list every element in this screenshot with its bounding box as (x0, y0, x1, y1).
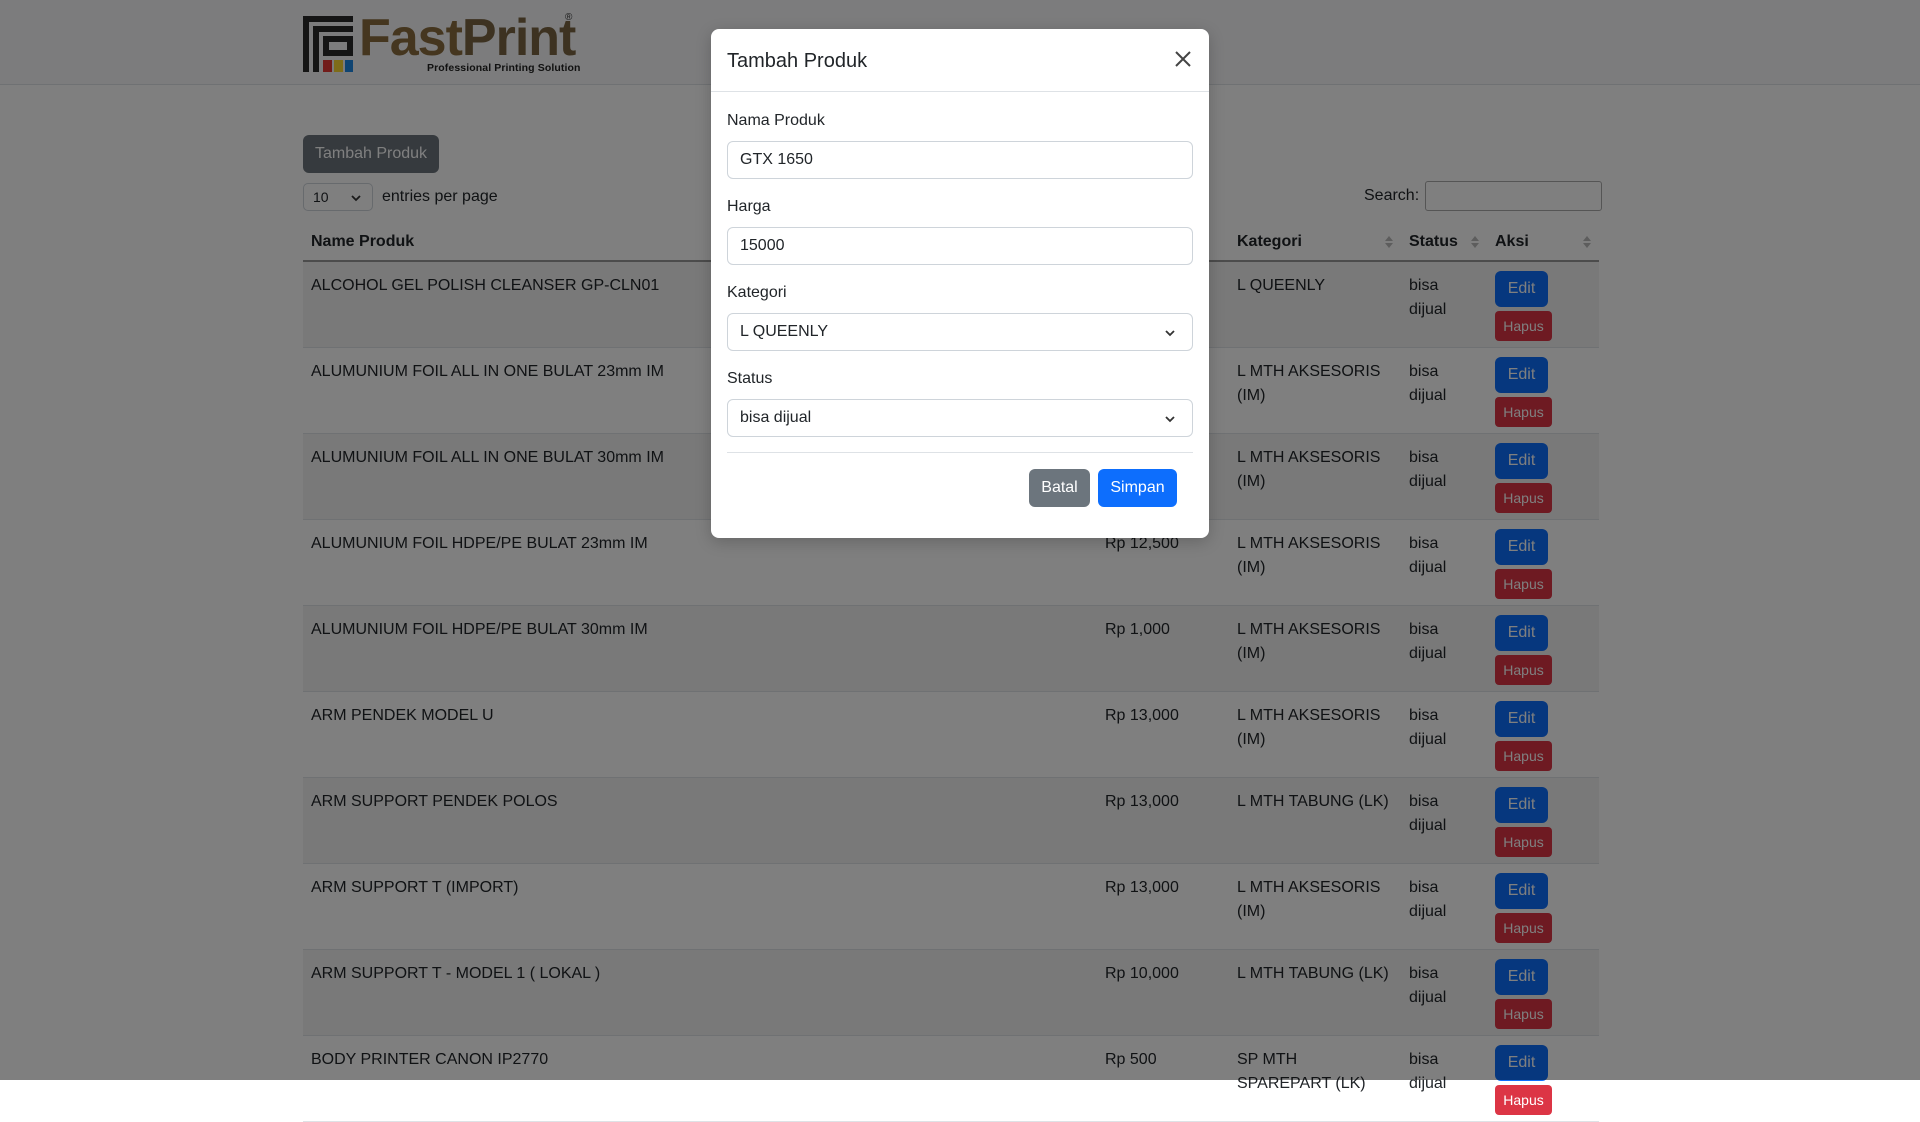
harga-group: Harga 15000 (727, 197, 1193, 265)
status-select[interactable]: bisa dijual (727, 399, 1193, 437)
kategori-group: Kategori L QUEENLY (727, 283, 1193, 351)
modal-header: Tambah Produk (711, 29, 1209, 92)
status-label: Status (727, 370, 773, 387)
close-icon[interactable] (1173, 49, 1193, 69)
nama-produk-group: Nama Produk GTX 1650 (727, 111, 1193, 179)
nama-produk-input[interactable]: GTX 1650 (727, 141, 1193, 179)
delete-button[interactable]: Hapus (1495, 1084, 1552, 1115)
kategori-label: Kategori (727, 284, 787, 301)
chevron-down-icon (1165, 416, 1175, 423)
modal-title: Tambah Produk (727, 50, 868, 72)
harga-input[interactable]: 15000 (727, 227, 1193, 265)
modal-divider (727, 452, 1193, 453)
harga-label: Harga (727, 198, 771, 215)
save-button[interactable]: Simpan (1098, 469, 1177, 507)
chevron-down-icon (1165, 330, 1175, 337)
kategori-select[interactable]: L QUEENLY (727, 313, 1193, 351)
cancel-button[interactable]: Batal (1029, 469, 1090, 507)
add-product-modal: Tambah Produk Nama Produk GTX 1650 Harga… (711, 29, 1209, 538)
status-group: Status bisa dijual (727, 369, 1193, 437)
nama-produk-label: Nama Produk (727, 112, 825, 129)
